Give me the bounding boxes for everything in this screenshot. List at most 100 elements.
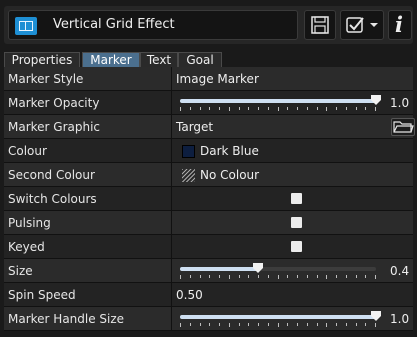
slider-tick [278, 107, 279, 111]
pulsing-checkbox[interactable] [291, 217, 302, 228]
property-label: Marker Style [8, 72, 84, 86]
window-title: Vertical Grid Effect [53, 17, 175, 32]
property-label: Marker Opacity [8, 96, 100, 110]
slider-tick [268, 323, 269, 326]
slider-tick [239, 275, 240, 278]
slider-tick [356, 323, 357, 326]
colour-swatch[interactable] [182, 145, 195, 158]
marker-style-select[interactable]: Image Marker [176, 72, 259, 86]
slider-tick [287, 107, 288, 110]
slider-tick [190, 275, 191, 278]
slider-tick [365, 275, 366, 278]
property-label: Marker Handle Size [8, 312, 125, 326]
slider-tick [190, 107, 191, 110]
grid-effect-icon [15, 17, 37, 35]
slider-tick [229, 107, 230, 111]
slider-tick [209, 275, 210, 278]
row-second-colour: Second Colour No Colour [4, 163, 413, 187]
column-divider [171, 187, 172, 211]
row-keyed: Keyed [4, 235, 413, 259]
slider-fill [180, 267, 259, 271]
property-label: Switch Colours [8, 192, 97, 206]
slider-tick [180, 323, 181, 327]
slider-tick [307, 275, 308, 278]
slider-fill [180, 315, 376, 319]
second-colour-value[interactable]: No Colour [200, 168, 259, 182]
column-divider [171, 211, 172, 235]
row-marker-handle-size: Marker Handle Size 1.0 [4, 307, 413, 331]
property-label: Size [8, 264, 33, 278]
info-button[interactable]: i [388, 10, 412, 40]
tab-marker[interactable]: Marker [82, 52, 140, 67]
slider-ticks [180, 323, 376, 327]
size-slider[interactable] [180, 262, 380, 280]
column-divider [171, 235, 172, 259]
browse-button[interactable] [391, 118, 415, 136]
switch-colours-checkbox[interactable] [291, 193, 302, 204]
slider-tick [317, 323, 318, 326]
slider-tick [219, 323, 220, 326]
size-value: 0.4 [390, 264, 410, 278]
slider-tick [200, 275, 201, 278]
marker-opacity-slider[interactable] [180, 94, 381, 112]
slider-ticks [180, 275, 376, 279]
property-label: Pulsing [8, 216, 51, 230]
slider-tick [346, 107, 347, 110]
marker-handle-size-slider[interactable] [180, 310, 381, 328]
property-label: Marker Graphic [8, 120, 101, 134]
slider-tick [248, 107, 249, 110]
slider-tick [287, 323, 288, 326]
row-marker-graphic: Marker Graphic Target [4, 115, 415, 139]
keyed-checkbox[interactable] [291, 241, 302, 252]
slider-tick [180, 275, 181, 279]
marker-graphic-value[interactable]: Target [176, 120, 213, 134]
folder-icon [393, 121, 414, 133]
property-label: Colour [8, 144, 47, 158]
slider-tick [336, 323, 337, 326]
row-marker-style: Marker Style Image Marker [4, 67, 413, 91]
slider-thumb[interactable] [371, 95, 381, 105]
slider-tick [326, 275, 327, 279]
slider-tick [278, 275, 279, 279]
slider-thumb[interactable] [253, 263, 264, 273]
column-divider [171, 67, 172, 91]
slider-thumb[interactable] [371, 311, 381, 321]
slider-tick [229, 323, 230, 327]
slider-tick [248, 323, 249, 326]
spin-speed-input[interactable]: 0.50 [176, 288, 203, 302]
slider-tick [317, 275, 318, 278]
property-label: Spin Speed [8, 288, 76, 302]
slider-tick [326, 323, 327, 327]
tab-goal[interactable]: Goal [178, 52, 222, 67]
slider-tick [268, 107, 269, 110]
slider-tick [375, 275, 376, 279]
checklist-dropdown-button[interactable] [340, 10, 384, 40]
row-switch-colours: Switch Colours [4, 187, 413, 211]
slider-tick [200, 107, 201, 110]
slider-tick [356, 107, 357, 110]
column-divider [171, 139, 172, 163]
row-pulsing: Pulsing [4, 211, 413, 235]
slider-tick [375, 107, 376, 111]
property-label: Keyed [8, 240, 45, 254]
slider-tick [346, 323, 347, 326]
row-colour: Colour Dark Blue [4, 139, 413, 163]
slider-tick [258, 107, 259, 110]
column-divider [171, 307, 172, 331]
colour-value[interactable]: Dark Blue [200, 144, 259, 158]
slider-tick [375, 323, 376, 327]
slider-tick [317, 107, 318, 110]
tab-properties[interactable]: Properties [4, 52, 80, 67]
tab-text[interactable]: Text [140, 52, 178, 67]
slider-tick [209, 107, 210, 110]
slider-tick [239, 323, 240, 326]
no-colour-swatch[interactable] [182, 169, 195, 182]
save-button[interactable] [304, 10, 336, 40]
slider-tick [326, 107, 327, 111]
row-spin-speed: Spin Speed 0.50 [4, 283, 413, 307]
slider-tick [268, 275, 269, 278]
property-label: Second Colour [8, 168, 95, 182]
slider-tick [346, 275, 347, 278]
title-field: Vertical Grid Effect [8, 10, 298, 40]
marker-opacity-value: 1.0 [390, 96, 410, 110]
